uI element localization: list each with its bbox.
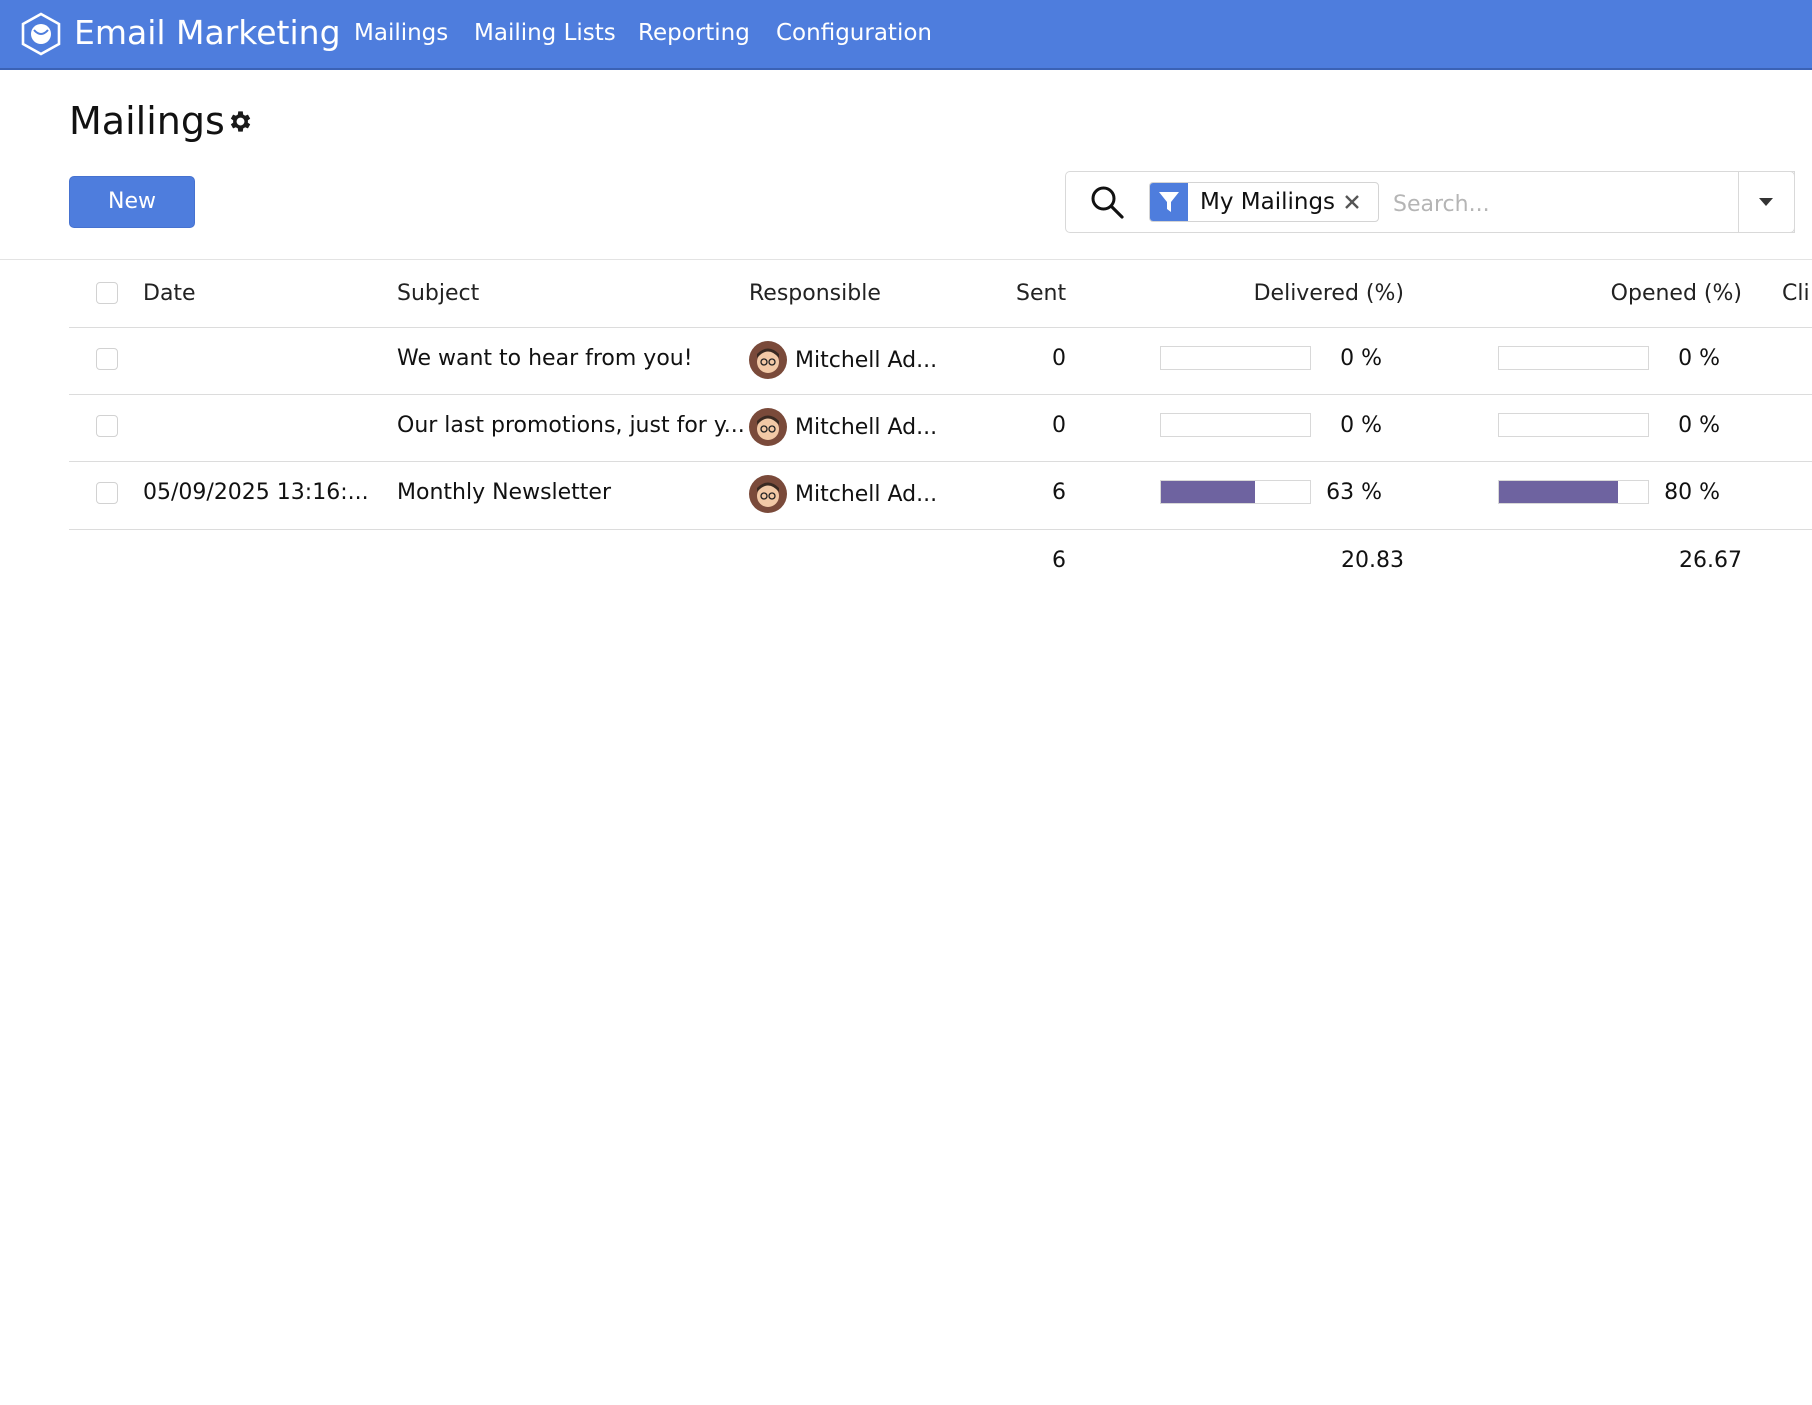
total-delivered: 20.83	[1341, 548, 1404, 573]
total-sent: 6	[1052, 548, 1066, 573]
row-date: 05/09/2025 13:16:...	[143, 480, 369, 505]
row-sent: 6	[1052, 480, 1066, 505]
avatar	[749, 341, 787, 379]
delivered-progress-bar	[1160, 480, 1311, 504]
search-input[interactable]	[1391, 184, 1735, 224]
avatar	[749, 475, 787, 513]
filter-facet-box	[1150, 183, 1188, 221]
email-marketing-logo-icon[interactable]	[20, 12, 62, 56]
column-header-sent[interactable]: Sent	[1016, 274, 1066, 314]
row-checkbox[interactable]	[96, 348, 118, 370]
row-delivered: 0 %	[1340, 413, 1382, 438]
row-opened: 80 %	[1664, 480, 1720, 505]
select-all-checkbox[interactable]	[96, 282, 118, 304]
opened-progress-bar	[1498, 346, 1649, 370]
row-delivered: 63 %	[1326, 480, 1382, 505]
page-title: Mailings	[69, 99, 225, 143]
facet-label: My Mailings	[1200, 189, 1336, 215]
row-subject: Monthly Newsletter	[397, 480, 612, 505]
opened-progress-bar	[1498, 413, 1649, 437]
column-header-opened[interactable]: Opened (%)	[1538, 274, 1742, 314]
row-checkbox[interactable]	[96, 415, 118, 437]
search-icon[interactable]	[1089, 184, 1125, 220]
nav-mailing-lists[interactable]: Mailing Lists	[474, 0, 616, 68]
row-divider	[69, 327, 1812, 328]
row-divider	[69, 461, 1812, 462]
column-header-date[interactable]: Date	[143, 274, 196, 314]
app-title[interactable]: Email Marketing	[74, 0, 341, 68]
delivered-progress-bar	[1160, 413, 1311, 437]
row-delivered: 0 %	[1340, 346, 1382, 371]
delivered-progress-bar	[1160, 346, 1311, 370]
filter-icon	[1159, 192, 1179, 212]
progress-fill	[1499, 481, 1619, 503]
divider	[0, 259, 1812, 260]
row-divider	[69, 529, 1812, 530]
row-subject: We want to hear from you!	[397, 346, 693, 371]
row-subject: Our last promotions, just for y...	[397, 413, 745, 438]
row-opened: 0 %	[1678, 413, 1720, 438]
nav-configuration[interactable]: Configuration	[776, 0, 932, 68]
avatar	[749, 408, 787, 446]
top-navbar: Email Marketing Mailings Mailing Lists R…	[0, 0, 1812, 70]
row-divider	[69, 394, 1812, 395]
column-header-subject[interactable]: Subject	[397, 274, 479, 314]
total-opened: 26.67	[1679, 548, 1742, 573]
progress-fill	[1161, 481, 1255, 503]
nav-reporting[interactable]: Reporting	[638, 0, 750, 68]
row-sent: 0	[1052, 413, 1066, 438]
row-sent: 0	[1052, 346, 1066, 371]
row-checkbox[interactable]	[96, 482, 118, 504]
row-opened: 0 %	[1678, 346, 1720, 371]
caret-down-icon	[1759, 198, 1773, 206]
close-icon[interactable]	[1342, 192, 1362, 212]
row-responsible: Mitchell Ad...	[795, 348, 938, 373]
column-header-clicked[interactable]: Cli	[1782, 274, 1810, 314]
row-responsible: Mitchell Ad...	[795, 415, 938, 440]
new-button[interactable]: New	[69, 176, 195, 228]
column-header-delivered[interactable]: Delivered (%)	[1200, 274, 1404, 314]
nav-mailings[interactable]: Mailings	[354, 0, 448, 68]
gear-icon[interactable]	[226, 108, 253, 135]
column-header-responsible[interactable]: Responsible	[749, 274, 881, 314]
row-responsible: Mitchell Ad...	[795, 482, 938, 507]
opened-progress-bar	[1498, 480, 1649, 504]
